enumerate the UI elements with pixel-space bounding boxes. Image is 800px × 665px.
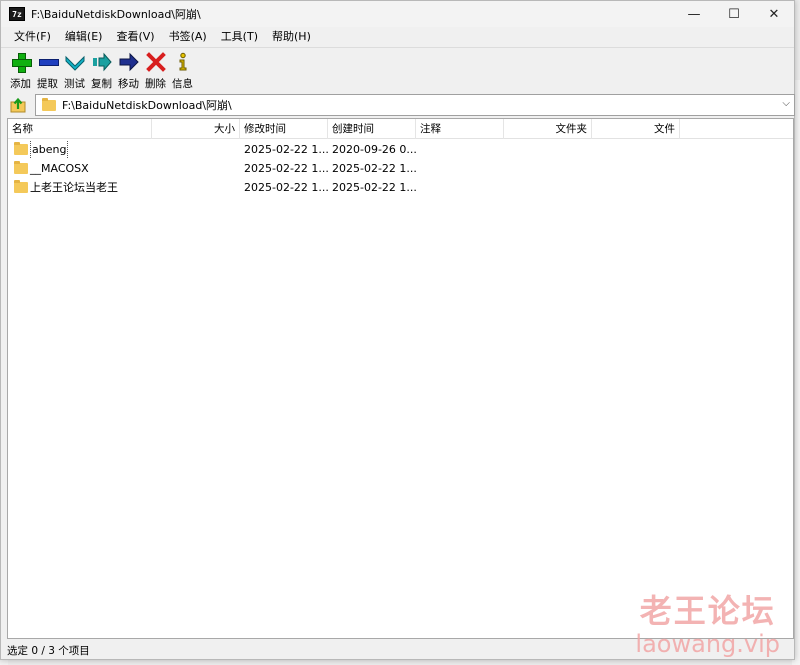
name-cell: 上老王论坛当老王 — [8, 178, 240, 197]
toolbar: 添加 提取 测试 复制 移动 删除 信息 — [1, 47, 794, 91]
info-button[interactable]: 信息 — [169, 48, 196, 91]
column-header-modified[interactable]: 修改时间 — [240, 119, 328, 139]
window-controls: — ☐ ✕ — [674, 1, 794, 27]
move-label: 移动 — [118, 78, 139, 90]
list-item[interactable]: 上老王论坛当老王 2025-02-22 1... 2025-02-22 1... — [8, 178, 793, 197]
info-label: 信息 — [172, 78, 193, 90]
column-header-folders[interactable]: 文件夹 — [504, 119, 592, 139]
item-created: 2025-02-22 1... — [332, 162, 416, 175]
extract-label: 提取 — [37, 78, 58, 90]
extract-button[interactable]: 提取 — [34, 48, 61, 91]
item-modified: 2025-02-22 1... — [244, 143, 328, 156]
copy-icon — [92, 52, 112, 72]
menu-bar: 文件(F) 编辑(E) 查看(V) 书签(A) 工具(T) 帮助(H) — [1, 27, 794, 45]
add-label: 添加 — [10, 78, 31, 90]
move-button[interactable]: 移动 — [115, 48, 142, 91]
add-button[interactable]: 添加 — [7, 48, 34, 91]
delete-button[interactable]: 删除 — [142, 48, 169, 91]
menu-file[interactable]: 文件(F) — [7, 28, 58, 44]
item-name: abeng — [30, 140, 69, 159]
item-name: 上老王论坛当老王 — [30, 181, 118, 194]
column-header-comment[interactable]: 注释 — [416, 119, 504, 139]
item-name: __MACOSX — [30, 162, 89, 175]
test-icon — [65, 52, 85, 72]
column-header-size[interactable]: 大小 — [152, 119, 240, 139]
add-icon — [11, 52, 32, 73]
name-cell: __MACOSX — [8, 159, 240, 178]
address-bar[interactable]: F:\BaiduNetdiskDownload\阿崩\ ⌵ — [35, 94, 795, 116]
file-list[interactable]: 名称 大小 修改时间 创建时间 注释 文件夹 文件 abeng 2025-02-… — [7, 118, 794, 639]
column-header-created[interactable]: 创建时间 — [328, 119, 416, 139]
menu-help[interactable]: 帮助(H) — [265, 28, 318, 44]
item-created: 2025-02-22 1... — [332, 181, 416, 194]
address-path: F:\BaiduNetdiskDownload\阿崩\ — [62, 99, 232, 112]
7zip-app-icon: 7z — [9, 7, 25, 21]
watermark-en: laowang.vip — [635, 630, 780, 658]
address-row: F:\BaiduNetdiskDownload\阿崩\ ⌵ — [1, 94, 795, 116]
column-header-files[interactable]: 文件 — [592, 119, 680, 139]
list-item[interactable]: __MACOSX 2025-02-22 1... 2025-02-22 1... — [8, 159, 793, 178]
extract-icon — [38, 52, 59, 72]
title-bar: 7z F:\BaiduNetdiskDownload\阿崩\ — ☐ ✕ — [1, 1, 794, 27]
copy-button[interactable]: 复制 — [88, 48, 115, 91]
info-icon — [173, 52, 193, 72]
item-modified: 2025-02-22 1... — [244, 162, 328, 175]
menu-tools[interactable]: 工具(T) — [214, 28, 265, 44]
folder-icon — [14, 180, 28, 193]
7zip-file-manager-window: 7z F:\BaiduNetdiskDownload\阿崩\ — ☐ ✕ 文件(… — [0, 0, 795, 660]
chevron-down-icon[interactable]: ⌵ — [782, 98, 790, 109]
list-header: 名称 大小 修改时间 创建时间 注释 文件夹 文件 — [8, 119, 793, 139]
menu-view[interactable]: 查看(V) — [109, 28, 161, 44]
name-cell: abeng — [8, 140, 240, 159]
delete-icon — [145, 52, 166, 72]
menu-edit[interactable]: 编辑(E) — [58, 28, 110, 44]
test-label: 测试 — [64, 78, 85, 90]
up-folder-button[interactable] — [7, 95, 29, 115]
column-header-name[interactable]: 名称 — [8, 119, 152, 139]
menu-bookmarks[interactable]: 书签(A) — [162, 28, 214, 44]
folder-icon — [42, 97, 56, 111]
delete-label: 删除 — [145, 78, 166, 90]
close-button[interactable]: ✕ — [754, 1, 794, 27]
folder-icon — [14, 161, 28, 174]
item-created: 2020-09-26 0... — [332, 143, 416, 156]
up-folder-icon — [10, 97, 26, 113]
copy-label: 复制 — [91, 78, 112, 90]
item-modified: 2025-02-22 1... — [244, 181, 328, 194]
minimize-button[interactable]: — — [674, 1, 714, 27]
folder-icon — [14, 142, 28, 155]
list-item[interactable]: abeng 2025-02-22 1... 2020-09-26 0... — [8, 140, 793, 159]
test-button[interactable]: 测试 — [61, 48, 88, 91]
watermark-cn: 老王论坛 — [639, 592, 776, 630]
window-title: F:\BaiduNetdiskDownload\阿崩\ — [31, 8, 201, 21]
list-rows: abeng 2025-02-22 1... 2020-09-26 0... __… — [8, 140, 793, 197]
maximize-button[interactable]: ☐ — [714, 1, 754, 27]
watermark: 老王论坛 laowang.vip — [635, 586, 780, 658]
move-icon — [119, 52, 139, 72]
status-text: 选定 0 / 3 个项目 — [7, 644, 90, 657]
